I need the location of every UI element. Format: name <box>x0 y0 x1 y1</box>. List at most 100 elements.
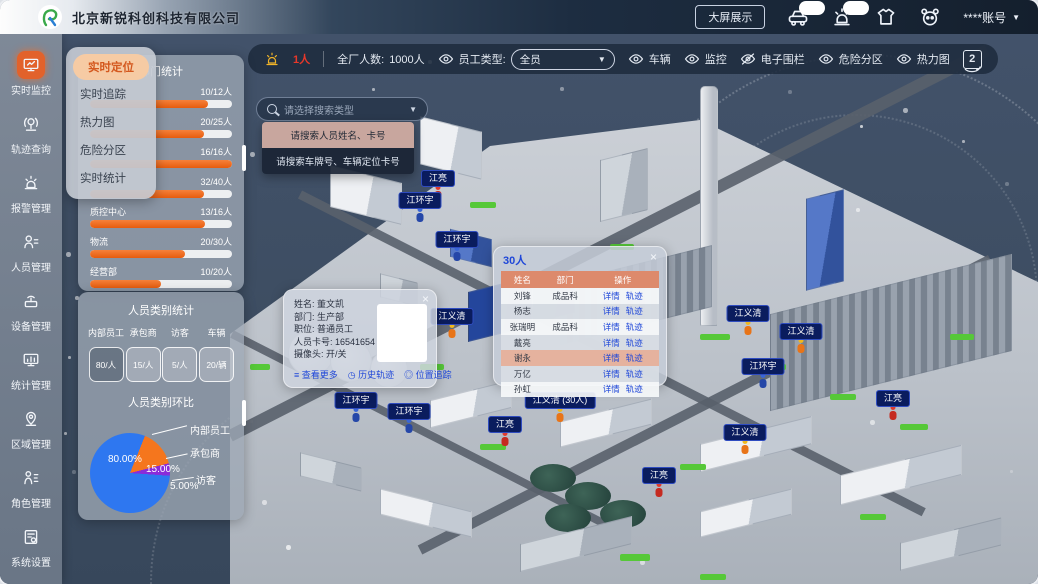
map-person-tag[interactable]: 江义清 <box>726 305 769 322</box>
toggle-4[interactable]: 危险分区 <box>818 51 883 67</box>
close-icon[interactable]: × <box>650 250 657 264</box>
action-link[interactable]: 详情 <box>603 369 620 379</box>
menu-item-4[interactable]: 危险分区 <box>66 136 156 164</box>
factory-building <box>530 464 576 492</box>
sidebar-item-8[interactable]: 角色管理 <box>11 457 51 516</box>
category-value-box[interactable]: 80/人 <box>89 347 124 382</box>
bar-value: 20/25人 <box>200 115 232 128</box>
search-input[interactable]: 请选择搜索类型 ▼ <box>256 97 428 121</box>
table-row[interactable]: 谢永详情轨迹 <box>501 350 659 366</box>
category-value-box[interactable]: 20/辆 <box>199 347 234 382</box>
employee-type-select[interactable]: 全员 ▼ <box>511 49 615 70</box>
factory-building <box>900 424 928 430</box>
search-option-1[interactable]: 请搜索人员姓名、卡号 <box>262 122 414 148</box>
account-menu[interactable]: ****账号 ▼ <box>963 9 1020 26</box>
sidebar-item-2[interactable]: 轨迹查询 <box>11 103 51 162</box>
sidebar-item-3[interactable]: 报警管理 <box>11 162 51 221</box>
scrollbar-thumb[interactable] <box>242 145 246 171</box>
company-name: 北京新锐科创科技有限公司 <box>72 8 240 27</box>
action-link[interactable]: 轨迹 <box>626 338 643 348</box>
person-info-popup: 姓名: 董文凯部门: 生产部职位: 普通员工人员卡号: 16541654摄像头:… <box>283 289 437 388</box>
factory-building <box>600 148 648 222</box>
action-link[interactable]: 详情 <box>603 322 620 332</box>
toggle-3[interactable]: 电子围栏 <box>740 51 805 67</box>
bar-label: 质控中心 <box>90 205 126 218</box>
toggle-1[interactable]: 车辆 <box>628 51 671 67</box>
bg-dot <box>870 420 875 425</box>
factory-building <box>700 489 792 538</box>
person-field-label: 部门: <box>294 312 317 322</box>
factory-building <box>330 165 402 225</box>
action-link[interactable]: 轨迹 <box>626 384 643 394</box>
map-person-tag[interactable]: 江环宇 <box>387 403 430 420</box>
search-option-2[interactable]: 请搜索车牌号、车辆定位卡号 <box>262 148 414 174</box>
alarm-count[interactable]: 1人 <box>293 51 310 67</box>
eye-off-icon <box>740 51 756 67</box>
person-action-2[interactable]: ◷ 历史轨迹 <box>348 368 394 381</box>
panda-icon[interactable] <box>919 6 941 28</box>
action-link[interactable]: 轨迹 <box>626 369 643 379</box>
table-row[interactable]: 戴亮详情轨迹 <box>501 335 659 351</box>
figure-body <box>745 326 752 335</box>
sidebar-item-5[interactable]: 设备管理 <box>11 280 51 339</box>
figure-body <box>656 488 663 497</box>
map-person-tag[interactable]: 江环宇 <box>334 392 377 409</box>
bg-dot <box>372 88 375 91</box>
big-screen-button[interactable]: 大屏展示 <box>695 5 765 29</box>
map-person-tag[interactable]: 江亮 <box>488 416 522 433</box>
map-person-tag[interactable]: 江亮 <box>421 170 455 187</box>
action-link[interactable]: 详情 <box>603 306 620 316</box>
menu-item-2[interactable]: 实时追踪 <box>66 80 156 108</box>
category-value-box[interactable]: 5/人 <box>162 347 197 382</box>
sidebar-item-4[interactable]: 人员管理 <box>11 221 51 280</box>
table-row[interactable]: 杨志详情轨迹 <box>501 304 659 320</box>
sidebar-item-7[interactable]: 区域管理 <box>11 398 51 457</box>
action-link[interactable]: 轨迹 <box>626 306 643 316</box>
view-2d-button[interactable]: 2 <box>963 50 982 69</box>
action-link[interactable]: 轨迹 <box>626 353 643 363</box>
shirt-icon[interactable] <box>875 6 897 28</box>
factory-building <box>680 464 706 470</box>
close-icon[interactable]: × <box>422 292 429 306</box>
map-person-tag[interactable]: 江环宇 <box>398 192 441 209</box>
sidebar-item-6[interactable]: 统计管理 <box>11 339 51 398</box>
sidebar-item-9[interactable]: 系统设置 <box>11 516 51 575</box>
cell-name: 孙虹 <box>501 382 544 398</box>
eye-icon[interactable] <box>438 51 454 67</box>
menu-item-3[interactable]: 热力图 <box>66 108 156 136</box>
table-row[interactable]: 刘锋成品科详情轨迹 <box>501 288 659 304</box>
bar-value: 32/40人 <box>200 175 232 188</box>
action-link[interactable]: 详情 <box>603 353 620 363</box>
action-link[interactable]: 详情 <box>603 338 620 348</box>
alarm-status-icon[interactable] <box>264 51 280 67</box>
bg-dot <box>902 300 906 304</box>
toggle-2[interactable]: 监控 <box>684 51 727 67</box>
person-action-1[interactable]: ≡ 查看更多 <box>294 368 338 381</box>
category-value-box[interactable]: 15/人 <box>126 347 161 382</box>
map-person-tag[interactable]: 江义清 <box>779 323 822 340</box>
figure-body <box>353 413 360 422</box>
factory-building <box>840 445 962 505</box>
table-row[interactable]: 张瑞明成品科详情轨迹 <box>501 319 659 335</box>
menu-item-1[interactable]: 实时定位 <box>73 54 149 80</box>
person-action-3[interactable]: ◎ 位置追踪 <box>404 368 452 381</box>
table-row[interactable]: 万亿详情轨迹 <box>501 366 659 382</box>
toggle-5[interactable]: 热力图 <box>896 51 950 67</box>
map-person-tag[interactable]: 江义清 <box>723 424 766 441</box>
alarm-light-icon[interactable] <box>831 6 853 28</box>
action-link[interactable]: 轨迹 <box>626 291 643 301</box>
action-link[interactable]: 详情 <box>603 291 620 301</box>
menu-item-5[interactable]: 实时统计 <box>66 164 156 192</box>
sidebar-item-1[interactable]: 实时监控 <box>11 44 51 103</box>
category-label: 承包商 <box>130 326 157 339</box>
map-person-tag[interactable]: 江环宇 <box>435 231 478 248</box>
map-person-tag[interactable]: 江亮 <box>642 467 676 484</box>
action-link[interactable]: 轨迹 <box>626 322 643 332</box>
map-person-tag[interactable]: 江亮 <box>876 390 910 407</box>
action-link[interactable]: 详情 <box>603 384 620 394</box>
person-photo <box>377 304 427 362</box>
car-icon[interactable] <box>787 6 809 28</box>
map-person-tag[interactable]: 江环宇 <box>741 358 784 375</box>
table-row[interactable]: 孙虹 详情轨迹 <box>501 382 659 398</box>
scrollbar-thumb[interactable] <box>242 400 246 426</box>
